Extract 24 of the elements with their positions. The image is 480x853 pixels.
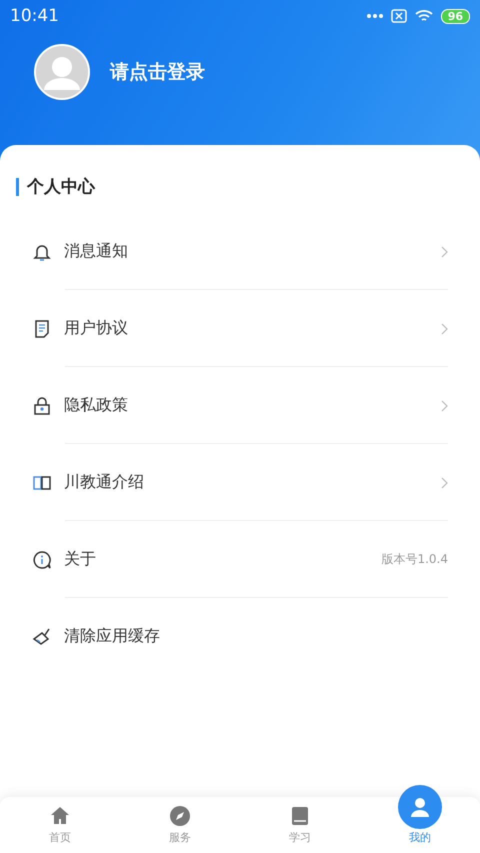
- person-icon: [409, 796, 431, 818]
- menu-item[interactable]: 关于 版本号1.0.4: [0, 521, 480, 598]
- home-icon: [49, 805, 71, 827]
- sim-icon: [390, 9, 407, 23]
- menu-item[interactable]: 用户协议: [0, 290, 480, 367]
- info-icon: [32, 550, 52, 570]
- compass-icon: [169, 805, 191, 827]
- wifi-icon: [414, 9, 433, 23]
- lock-icon: [32, 396, 52, 416]
- menu-item[interactable]: 消息通知: [0, 213, 480, 290]
- more-icon: [366, 14, 383, 18]
- section-title: 个人中心: [27, 176, 95, 198]
- chevron-icon: [441, 476, 448, 488]
- book-icon: [289, 805, 311, 827]
- battery-level: 96: [440, 8, 470, 24]
- broom-icon: [32, 626, 52, 646]
- login-prompt[interactable]: 请点击登录: [110, 59, 205, 85]
- menu-item[interactable]: 川教通介绍: [0, 444, 480, 521]
- status-time: 10:41: [10, 6, 59, 26]
- chevron-icon: [441, 246, 448, 258]
- menu-item[interactable]: 隐私政策: [0, 367, 480, 444]
- chevron-icon: [441, 322, 448, 334]
- chevron-icon: [441, 400, 448, 412]
- menu-item[interactable]: 清除应用缓存: [0, 598, 480, 675]
